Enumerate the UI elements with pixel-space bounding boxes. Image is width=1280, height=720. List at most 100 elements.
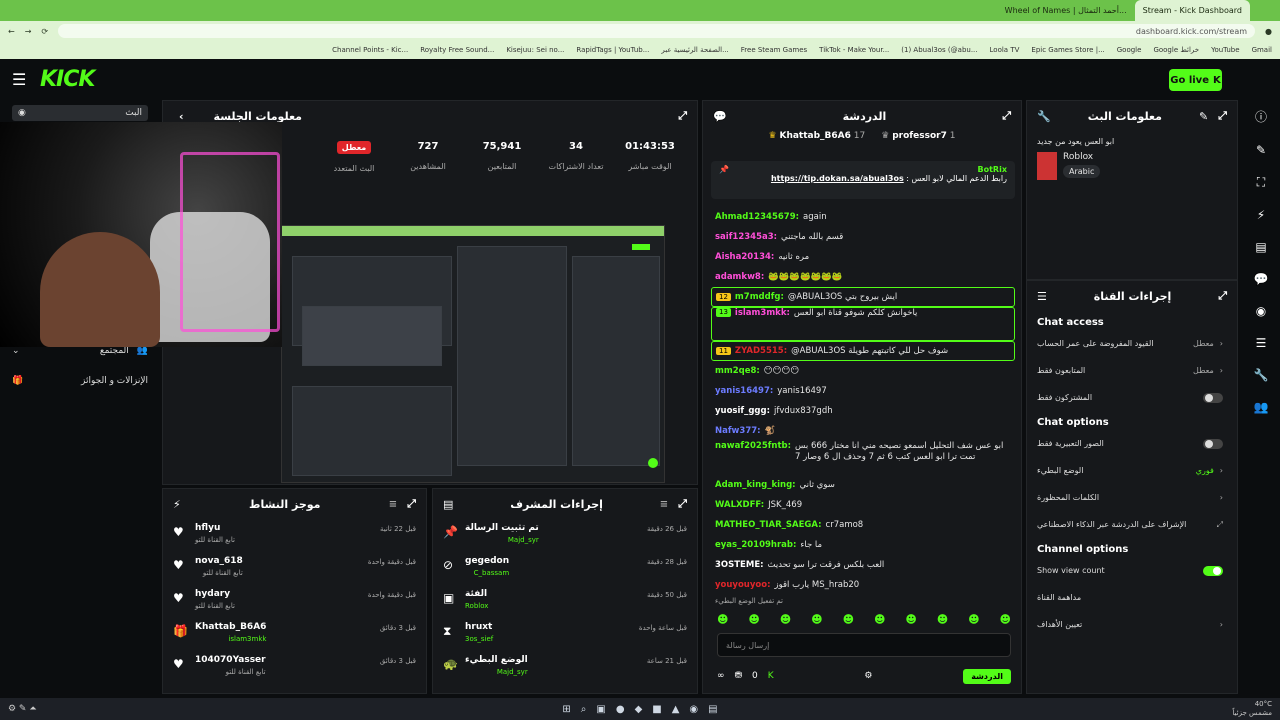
bookmark[interactable]: Loola TV — [990, 46, 1020, 54]
app-icon[interactable]: ■ — [652, 704, 661, 715]
option-slow-mode[interactable]: الوضع البطيء فوري › — [1027, 457, 1237, 484]
doc-icon[interactable]: ▤ — [1255, 240, 1266, 254]
bookmark[interactable]: Royalty Free Sound... — [420, 46, 494, 54]
chat-username[interactable]: yuosif_ggg: — [715, 406, 770, 416]
chat-message[interactable]: saif12345a3: قسم بالله ماجتني — [711, 227, 1015, 247]
profile-icon[interactable]: ● — [1265, 27, 1272, 36]
chat-message[interactable]: adamkw8: 🐸🐸🐸🐸🐸🐸🐸 — [711, 267, 1015, 287]
chat-input[interactable]: إرسال رسالة — [717, 633, 1011, 657]
chat-username[interactable]: Aisha20134: — [715, 252, 774, 262]
sidebar-item-stream[interactable]: ◉ البث — [12, 105, 148, 121]
option-goals[interactable]: تعيين الأهداف › — [1027, 611, 1237, 638]
option-emote-only[interactable]: الصور التعبيرية فقط — [1027, 430, 1237, 457]
stream-preview[interactable] — [281, 225, 665, 483]
chat-message[interactable]: Nafw377: 🐒 — [711, 421, 1015, 441]
broadcast-icon[interactable]: ◉ — [1256, 304, 1266, 318]
chat-message[interactable]: Adam_king_king: سوي ثاني — [711, 475, 1015, 495]
chat-message[interactable]: 3OSTEME: العب بلكس فرقت ترا سو تحديث — [711, 555, 1015, 575]
browser-tab-kick[interactable]: Stream - Kick Dashboard — [1134, 0, 1250, 21]
sidebar-item-drops[interactable]: 🎁 الإنزالات و الجوائز — [12, 376, 148, 386]
emote-icon[interactable]: ☻ — [748, 613, 759, 626]
chat-username[interactable]: eyas_20109hrab: — [715, 540, 796, 550]
popout-icon[interactable]: ⤢ — [1218, 289, 1227, 303]
reload-icon[interactable]: ⟳ — [41, 27, 48, 36]
clock[interactable]: 40°C مشمس جزئياً — [1232, 700, 1272, 718]
bookmark[interactable]: الصفحة الرئيسية عبر... — [661, 46, 728, 54]
bolt-icon[interactable]: ⚡ — [1257, 208, 1265, 222]
chat-message[interactable]: yanis16497: yanis16497 — [711, 381, 1015, 401]
chat-message[interactable]: eyas_20109hrab: ما جاء — [711, 535, 1015, 555]
subs-only-toggle[interactable] — [1203, 392, 1223, 403]
browser-tab-wheel[interactable]: Wheel of Names | أحمد التمثال... — [997, 0, 1135, 21]
search-icon[interactable]: ⌕ — [581, 704, 587, 715]
chat-username[interactable]: adamkw8: — [715, 272, 764, 282]
chat-username[interactable]: Ahmad12345679: — [715, 212, 799, 222]
view-count-toggle[interactable] — [1203, 565, 1223, 576]
app-icon[interactable]: ● — [616, 704, 625, 715]
chat-username[interactable]: mm2qe8: — [715, 366, 760, 376]
back-icon[interactable]: ← — [8, 27, 15, 36]
url-input[interactable]: dashboard.kick.com/stream — [58, 24, 1256, 38]
chat-message[interactable]: MATHEO_TIAR_SAEGA: cr7amo8 — [711, 515, 1015, 535]
pinned-link[interactable]: https://tip.dokan.sa/abual3os — [771, 174, 904, 183]
popout-icon[interactable]: ⤢ — [1218, 109, 1227, 123]
bookmark[interactable]: TikTok - Make Your... — [819, 46, 889, 54]
emote-icon[interactable]: ☻ — [1000, 613, 1011, 626]
option-account-age[interactable]: القيود المفروضة على عمر الحساب معطل › — [1027, 330, 1237, 357]
chat-send-button[interactable]: الدردشة — [963, 668, 1011, 684]
emote-icon[interactable]: ☻ — [937, 613, 948, 626]
bookmark[interactable]: Epic Games Store |... — [1031, 46, 1104, 54]
bookmark[interactable]: (1) Abual3os (@abu... — [901, 46, 977, 54]
chat-message[interactable]: nawaf2025fntb: ابو عس شف التحليل اسمعو نص… — [711, 441, 1015, 475]
emote-icon[interactable]: ☻ — [780, 613, 791, 626]
emote-icon[interactable]: ☻ — [811, 613, 822, 626]
option-followers-only[interactable]: المتابعون فقط معطل › — [1027, 357, 1237, 384]
filter-icon[interactable]: ≡ — [389, 499, 397, 510]
chat-username[interactable]: yanis16497: — [715, 386, 773, 396]
emote-icon[interactable]: ☻ — [968, 613, 979, 626]
infinity-icon[interactable]: ∞ — [717, 671, 725, 681]
gear-icon[interactable]: ⚙ — [864, 671, 872, 681]
option-banned-words[interactable]: الكلمات المحظورة › — [1027, 484, 1237, 511]
popout-icon[interactable]: ⤢ — [678, 109, 687, 123]
popout-icon[interactable]: ⤢ — [1002, 109, 1011, 123]
bookmark[interactable]: Channel Points - Kic... — [332, 46, 408, 54]
list-icon[interactable]: ☰ — [1256, 336, 1267, 350]
hamburger-menu-icon[interactable]: ☰ — [12, 70, 32, 89]
filter-icon[interactable]: ≡ — [660, 499, 668, 510]
chat-message[interactable]: Aisha20134: مره ثانيه — [711, 247, 1015, 267]
bookmark[interactable]: RapidTags | YouTub... — [576, 46, 649, 54]
wrench-icon[interactable]: 🔧 — [1254, 368, 1269, 382]
pencil-icon[interactable]: ✎ — [1199, 110, 1208, 123]
chat-message[interactable]: WALXDFF: JSK_469 — [711, 495, 1015, 515]
emote-icon[interactable]: ☻ — [874, 613, 885, 626]
bookmark[interactable]: Google خرائط — [1153, 46, 1199, 54]
chat-username[interactable]: islam3mkk: — [735, 308, 790, 319]
pinned-message[interactable]: BotRix 📌 رابط الدعم المالي لابو العس : h… — [711, 161, 1015, 199]
emote-icon[interactable]: ☻ — [905, 613, 916, 626]
chat-username[interactable]: WALXDFF: — [715, 500, 764, 510]
chat-message[interactable]: mm2qe8: 😶😶😶😶 — [711, 361, 1015, 381]
users-icon[interactable]: 👥 — [1254, 400, 1269, 414]
emote-only-toggle[interactable] — [1203, 438, 1223, 449]
chat-message[interactable]: youyouyoo: يارب اقوز MS_hrab20 — [711, 575, 1015, 595]
chat-message[interactable]: Ahmad12345679: again — [711, 207, 1015, 227]
chat-icon[interactable]: 💬 — [1254, 272, 1269, 286]
option-raid[interactable]: مداهمة القناة — [1027, 584, 1237, 611]
popout-icon[interactable]: ⤢ — [407, 497, 416, 511]
chat-username[interactable]: MATHEO_TIAR_SAEGA: — [715, 520, 822, 530]
chat-username[interactable]: 3OSTEME: — [715, 560, 764, 570]
option-subscribers-only[interactable]: المشتركون فقط — [1027, 384, 1237, 411]
bookmark[interactable]: Kisejuu: Sei no... — [506, 46, 564, 54]
option-ai-moderation[interactable]: الإشراف على الدردشة عبر الذكاء الاصطناعي… — [1027, 511, 1237, 538]
chat-username[interactable]: ZYAD5515: — [735, 346, 787, 356]
chat-username[interactable]: Nafw377: — [715, 426, 761, 436]
app-icon[interactable]: ◆ — [635, 704, 643, 715]
chat-username[interactable]: youyouyoo: — [715, 580, 770, 590]
chat-username[interactable]: saif12345a3: — [715, 232, 777, 242]
kick-logo[interactable]: KICK — [40, 67, 95, 92]
app-icon[interactable]: ▤ — [708, 704, 717, 715]
chat-username[interactable]: Adam_king_king: — [715, 480, 796, 490]
app-icon[interactable]: ▲ — [672, 704, 680, 715]
info-icon[interactable]: ⓘ — [1255, 108, 1267, 125]
